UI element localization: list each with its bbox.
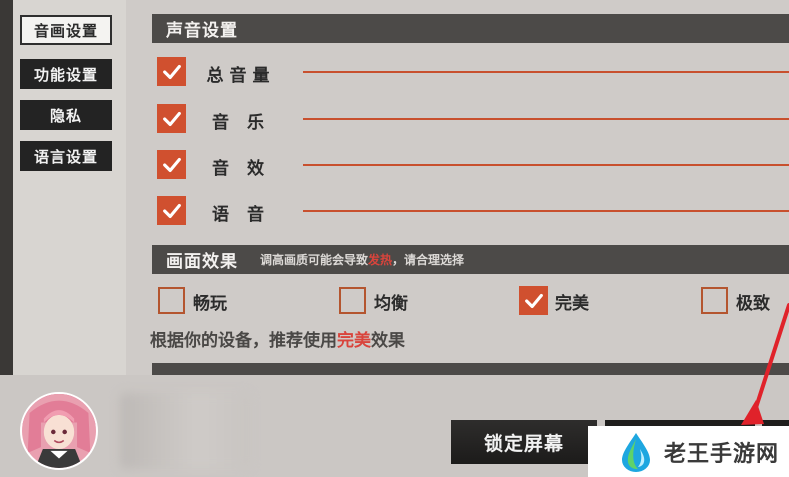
sidebar-item-privacy[interactable]: 隐私 bbox=[20, 100, 112, 130]
recommendation-prefix: 根据你的设备，推荐使用 bbox=[150, 331, 337, 351]
check-icon bbox=[162, 64, 181, 79]
sidebar-item-language[interactable]: 语言设置 bbox=[20, 141, 112, 171]
master-volume-slider[interactable] bbox=[303, 71, 789, 73]
quality-perfect-checkbox[interactable] bbox=[519, 286, 548, 315]
sfx-label: 音 效 bbox=[212, 159, 270, 179]
voice-volume-slider[interactable] bbox=[303, 210, 789, 212]
watermark-text: 老王手游网 bbox=[664, 441, 780, 467]
next-section-header-partial bbox=[152, 363, 789, 375]
quality-extreme-label: 极致 bbox=[736, 294, 770, 314]
quality-balanced-checkbox[interactable] bbox=[339, 287, 366, 314]
check-icon bbox=[162, 157, 181, 172]
graphics-note-prefix: 调高画质可能会导致 bbox=[260, 253, 369, 267]
check-icon bbox=[524, 293, 543, 308]
voice-label: 语 音 bbox=[212, 205, 270, 225]
lock-screen-button[interactable]: 锁定屏幕 bbox=[451, 420, 597, 464]
watermark: 老王手游网 bbox=[588, 426, 789, 477]
recommendation-suffix: 效果 bbox=[371, 331, 405, 351]
voice-checkbox[interactable] bbox=[157, 196, 186, 225]
check-icon bbox=[162, 203, 181, 218]
graphics-note: 调高画质可能会导致发热，请合理选择 bbox=[260, 251, 464, 268]
music-label: 音 乐 bbox=[212, 113, 270, 133]
sound-section-title: 声音设置 bbox=[166, 21, 238, 41]
master-volume-label: 总音量 bbox=[206, 66, 276, 86]
music-volume-slider[interactable] bbox=[303, 118, 789, 120]
sidebar-panel bbox=[13, 0, 126, 375]
settings-content bbox=[126, 0, 789, 375]
water-drop-logo-icon bbox=[618, 431, 654, 473]
quality-perfect-label: 完美 bbox=[555, 294, 589, 314]
player-name-blurred bbox=[120, 393, 250, 469]
quality-balanced-label: 均衡 bbox=[374, 294, 408, 314]
sfx-volume-slider[interactable] bbox=[303, 164, 789, 166]
graphics-note-warning: 发热 bbox=[368, 253, 393, 267]
music-checkbox[interactable] bbox=[157, 104, 186, 133]
graphics-note-suffix: ，请合理选择 bbox=[392, 253, 465, 267]
sfx-checkbox[interactable] bbox=[157, 150, 186, 179]
recommendation-highlight: 完美 bbox=[337, 331, 371, 351]
graphics-section-title: 画面效果 bbox=[166, 252, 238, 272]
sidebar-item-function[interactable]: 功能设置 bbox=[20, 59, 112, 89]
quality-smooth-label: 畅玩 bbox=[193, 294, 227, 314]
recommendation-text: 根据你的设备，推荐使用完美效果 bbox=[150, 326, 405, 351]
sidebar-item-audio-video[interactable]: 音画设置 bbox=[20, 15, 112, 45]
quality-smooth-checkbox[interactable] bbox=[158, 287, 185, 314]
quality-extreme-checkbox[interactable] bbox=[701, 287, 728, 314]
sound-section-header: 声音设置 bbox=[152, 14, 789, 43]
check-icon bbox=[162, 111, 181, 126]
left-edge-strip bbox=[0, 0, 13, 375]
character-portrait-icon bbox=[22, 394, 96, 468]
avatar[interactable] bbox=[20, 392, 98, 470]
master-volume-checkbox[interactable] bbox=[157, 57, 186, 86]
graphics-section-header: 画面效果 调高画质可能会导致发热，请合理选择 bbox=[152, 245, 789, 274]
